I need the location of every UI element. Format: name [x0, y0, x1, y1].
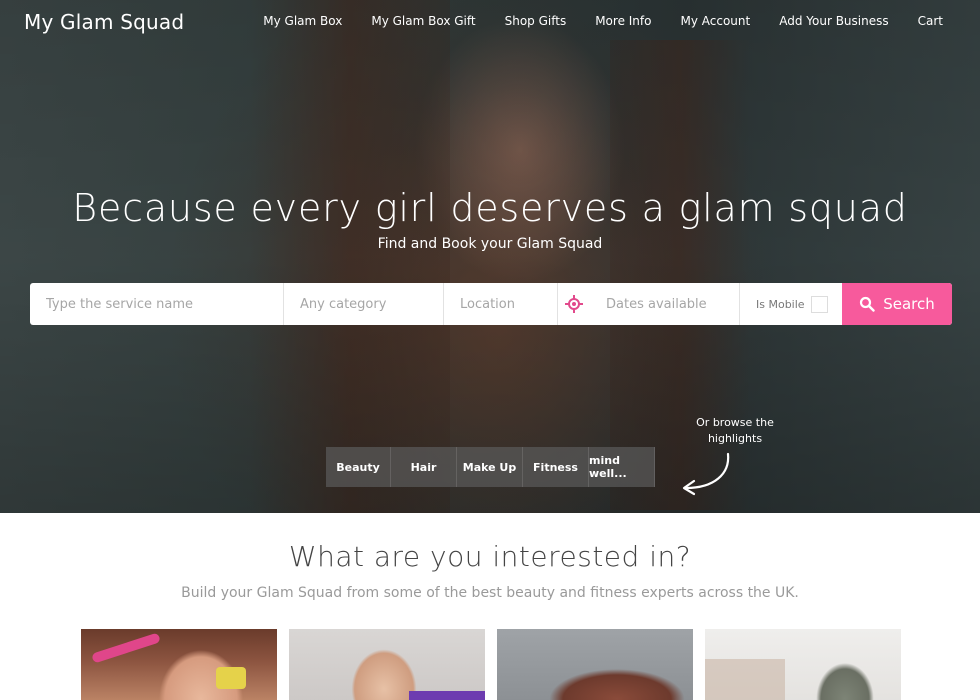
interests-subtitle: Build your Glam Squad from some of the b… — [181, 585, 799, 601]
search-icon — [860, 296, 875, 312]
mobile-checkbox[interactable] — [810, 295, 828, 313]
dates-input[interactable] — [606, 296, 739, 312]
interest-card-spa[interactable] — [705, 629, 901, 700]
search-bar: Is Mobile Search — [30, 283, 952, 325]
mobile-toggle[interactable]: Is Mobile — [740, 283, 842, 325]
location-input[interactable] — [460, 296, 557, 312]
search-button[interactable]: Search — [842, 283, 952, 325]
category-make-up[interactable]: Make Up — [457, 447, 523, 487]
category-field — [284, 283, 444, 325]
curved-arrow-icon — [682, 452, 730, 496]
nav-my-glam-box-gift[interactable]: My Glam Box Gift — [371, 14, 475, 28]
service-field — [30, 283, 284, 325]
interest-card-fitness[interactable] — [289, 629, 485, 700]
search-button-label: Search — [883, 295, 935, 313]
category-input[interactable] — [300, 296, 443, 312]
location-field — [444, 283, 558, 325]
nail-detail — [216, 667, 246, 689]
hero-section — [0, 0, 980, 513]
towel-detail — [705, 659, 785, 700]
mobile-label: Is Mobile — [756, 297, 805, 311]
category-mind-wellness[interactable]: mind well... — [589, 447, 655, 487]
category-beauty[interactable]: Beauty — [326, 447, 391, 487]
nav-more-info[interactable]: More Info — [595, 14, 651, 28]
locate-me-button[interactable] — [558, 283, 590, 325]
site-logo[interactable]: My Glam Squad — [24, 10, 184, 34]
hero-headline: Because every girl deserves a glam squad — [72, 186, 908, 230]
crosshair-icon — [565, 295, 583, 313]
browse-highlights-hint: Or browse the highlights — [696, 416, 774, 445]
category-fitness[interactable]: Fitness — [523, 447, 589, 487]
interest-card-hair[interactable] — [497, 629, 693, 700]
main-nav: My Glam Box My Glam Box Gift Shop Gifts … — [234, 14, 943, 28]
interests-heading: What are you interested in? — [288, 540, 692, 573]
nav-add-your-business[interactable]: Add Your Business — [779, 14, 888, 28]
dates-field — [590, 283, 740, 325]
nav-cart[interactable]: Cart — [918, 14, 943, 28]
sportswear-detail — [409, 691, 485, 700]
interest-card-beauty[interactable] — [81, 629, 277, 700]
service-input[interactable] — [46, 296, 283, 312]
headband-detail — [91, 632, 161, 664]
category-highlights: Beauty Hair Make Up Fitness mind well... — [326, 447, 655, 487]
nav-shop-gifts[interactable]: Shop Gifts — [505, 14, 567, 28]
hero-subline: Find and Book your Glam Squad — [377, 236, 603, 252]
hero-image-hair-left — [250, 0, 450, 513]
nav-my-account[interactable]: My Account — [680, 14, 750, 28]
nav-my-glam-box[interactable]: My Glam Box — [263, 14, 342, 28]
category-hair[interactable]: Hair — [391, 447, 457, 487]
